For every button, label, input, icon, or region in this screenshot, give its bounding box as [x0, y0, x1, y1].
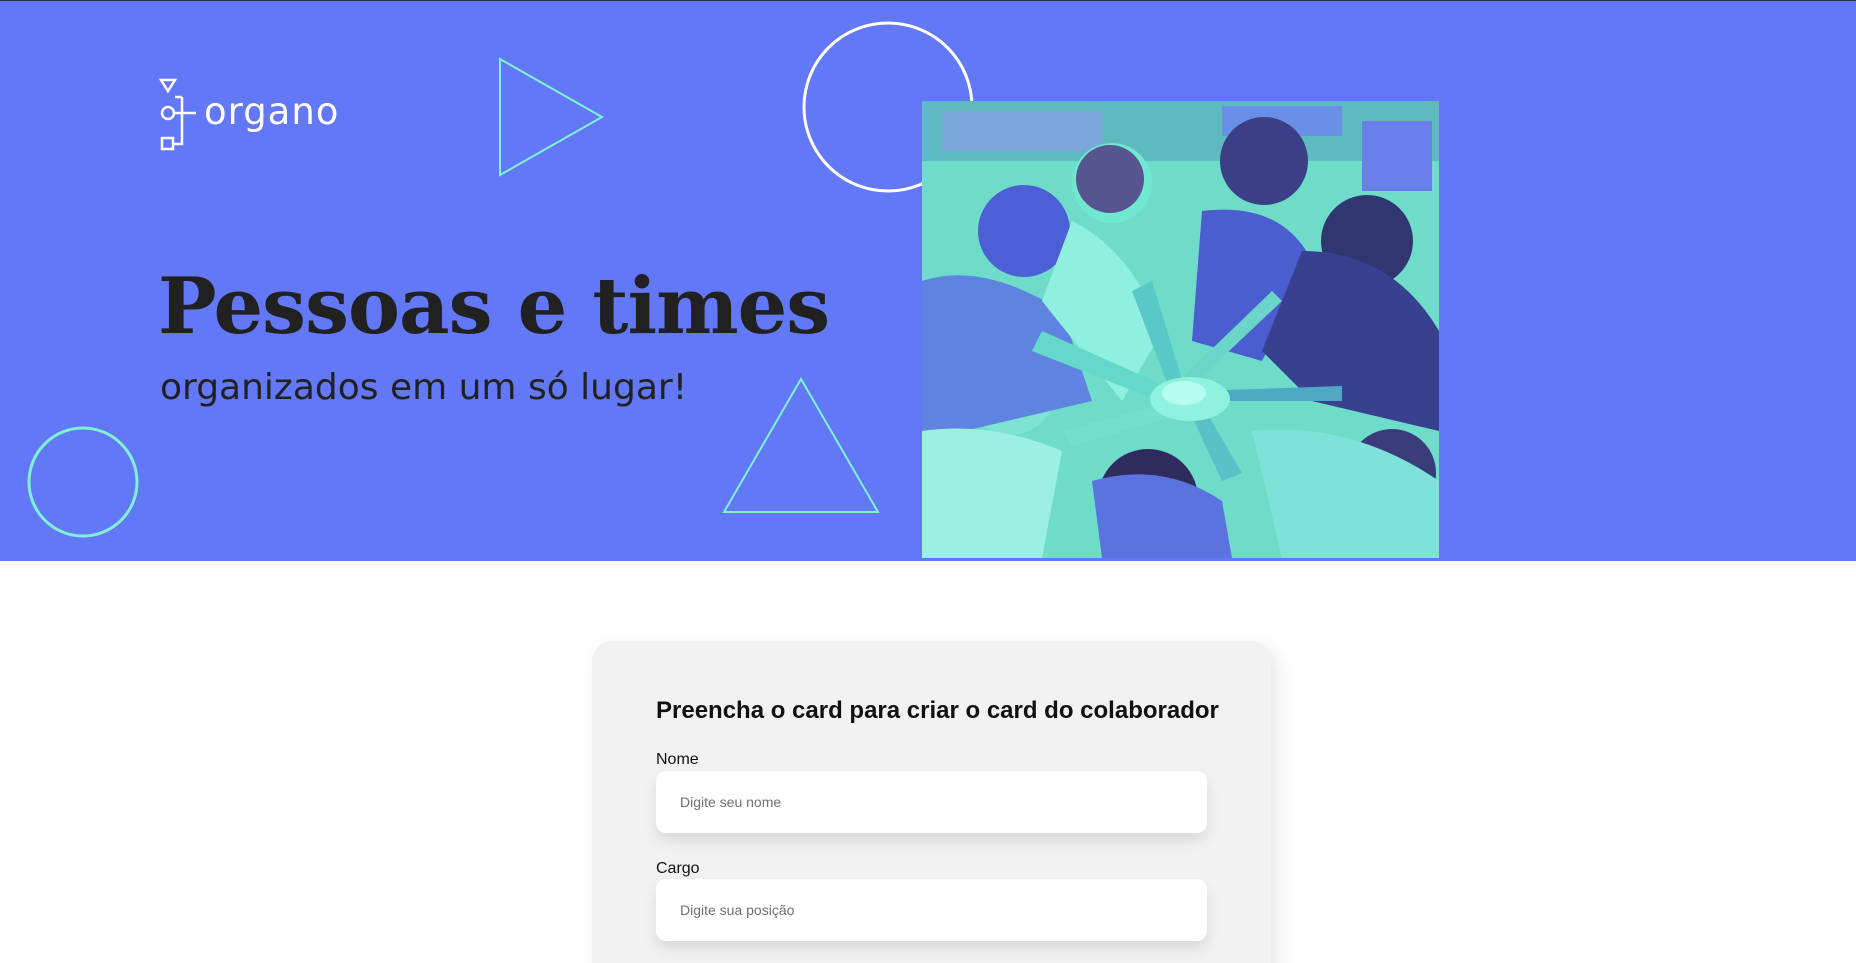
hero-banner: organo Pessoas e times organizados em um…: [0, 0, 1856, 561]
team-hands-together-photo: [922, 101, 1439, 558]
org-chart-icon: [158, 78, 196, 151]
hero-headline: Pessoas e times: [158, 261, 830, 352]
hero-subheadline: organizados em um só lugar!: [160, 367, 688, 408]
organo-logo[interactable]: organo: [158, 77, 339, 151]
role-input[interactable]: [656, 879, 1207, 941]
logo-text: organo: [204, 89, 340, 133]
form-title: Preencha o card para criar o card do col…: [656, 697, 1219, 724]
outline-triangle-up-decoration: [722, 377, 880, 513]
role-field-label: Cargo: [656, 860, 700, 877]
outline-circle-teal-decoration: [27, 426, 139, 538]
name-input[interactable]: [656, 771, 1207, 833]
collaborator-form-card: Preencha o card para criar o card do col…: [592, 641, 1271, 963]
outline-triangle-right-decoration: [499, 57, 605, 177]
name-field-label: Nome: [656, 751, 699, 768]
